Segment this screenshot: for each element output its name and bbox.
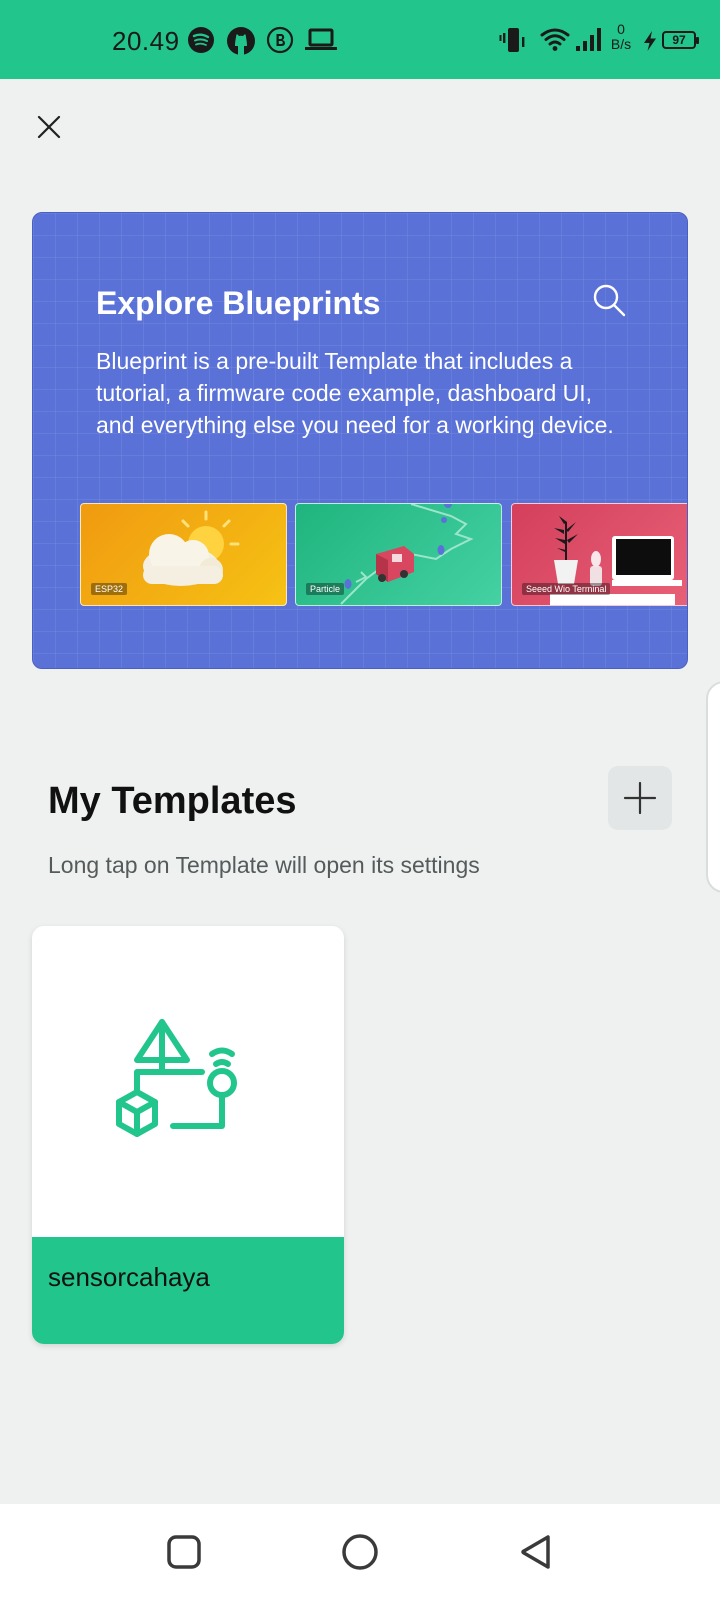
close-icon — [37, 115, 61, 139]
blueprint-thumbnail-seeed[interactable]: Seeed Wio Terminal — [511, 503, 687, 606]
net-speed-unit: B/s — [610, 36, 632, 52]
circle-icon — [342, 1534, 378, 1570]
net-speed-value: 0 — [617, 21, 625, 37]
blueprints-description: Blueprint is a pre-built Template that i… — [96, 348, 614, 438]
search-icon — [593, 284, 626, 317]
navigation-bar — [0, 1504, 720, 1600]
signal-icon — [576, 28, 601, 51]
thumbnail-tag: Seeed Wio Terminal — [522, 583, 611, 595]
add-template-button[interactable] — [608, 766, 672, 830]
side-panel-peek[interactable] — [706, 681, 720, 893]
laptop-icon — [305, 28, 337, 50]
back-triangle-icon — [521, 1535, 550, 1569]
wifi-icon — [540, 28, 570, 51]
business-icon — [266, 26, 294, 54]
templates-hint: Long tap on Template will open its setti… — [48, 852, 480, 878]
net-speed: 0 B/s — [607, 22, 635, 52]
github-icon — [227, 27, 255, 55]
charging-icon — [644, 31, 656, 51]
template-card[interactable]: sensorcahaya — [32, 926, 344, 1344]
blueprint-thumbnail-esp32[interactable]: ESP32 — [80, 503, 287, 606]
blueprint-thumbnail-particle[interactable]: Particle — [295, 503, 502, 606]
plus-icon — [623, 781, 657, 815]
thumbnail-tag: ESP32 — [91, 583, 128, 595]
close-button[interactable] — [34, 112, 64, 142]
template-icon — [116, 1019, 237, 1137]
recent-apps-button[interactable] — [164, 1532, 204, 1572]
thumbnail-tag: Particle — [306, 583, 345, 595]
template-name: sensorcahaya — [48, 1262, 210, 1292]
blueprints-card[interactable]: Explore Blueprints Blueprint is a pre-bu… — [32, 212, 688, 669]
square-icon — [167, 1535, 201, 1569]
back-button[interactable] — [516, 1532, 556, 1572]
template-card-footer: sensorcahaya — [32, 1237, 344, 1344]
vibrate-icon — [499, 28, 525, 52]
status-time: 20.49 — [112, 26, 180, 56]
templates-title: My Templates — [48, 780, 297, 822]
status-bar: 20.49 0 B/s 97 — [0, 0, 720, 79]
blueprints-search-button[interactable] — [590, 281, 628, 319]
battery-indicator: 97 — [662, 31, 699, 49]
spotify-icon — [188, 27, 214, 53]
blueprints-title: Explore Blueprints — [96, 285, 381, 321]
home-button[interactable] — [340, 1532, 380, 1572]
